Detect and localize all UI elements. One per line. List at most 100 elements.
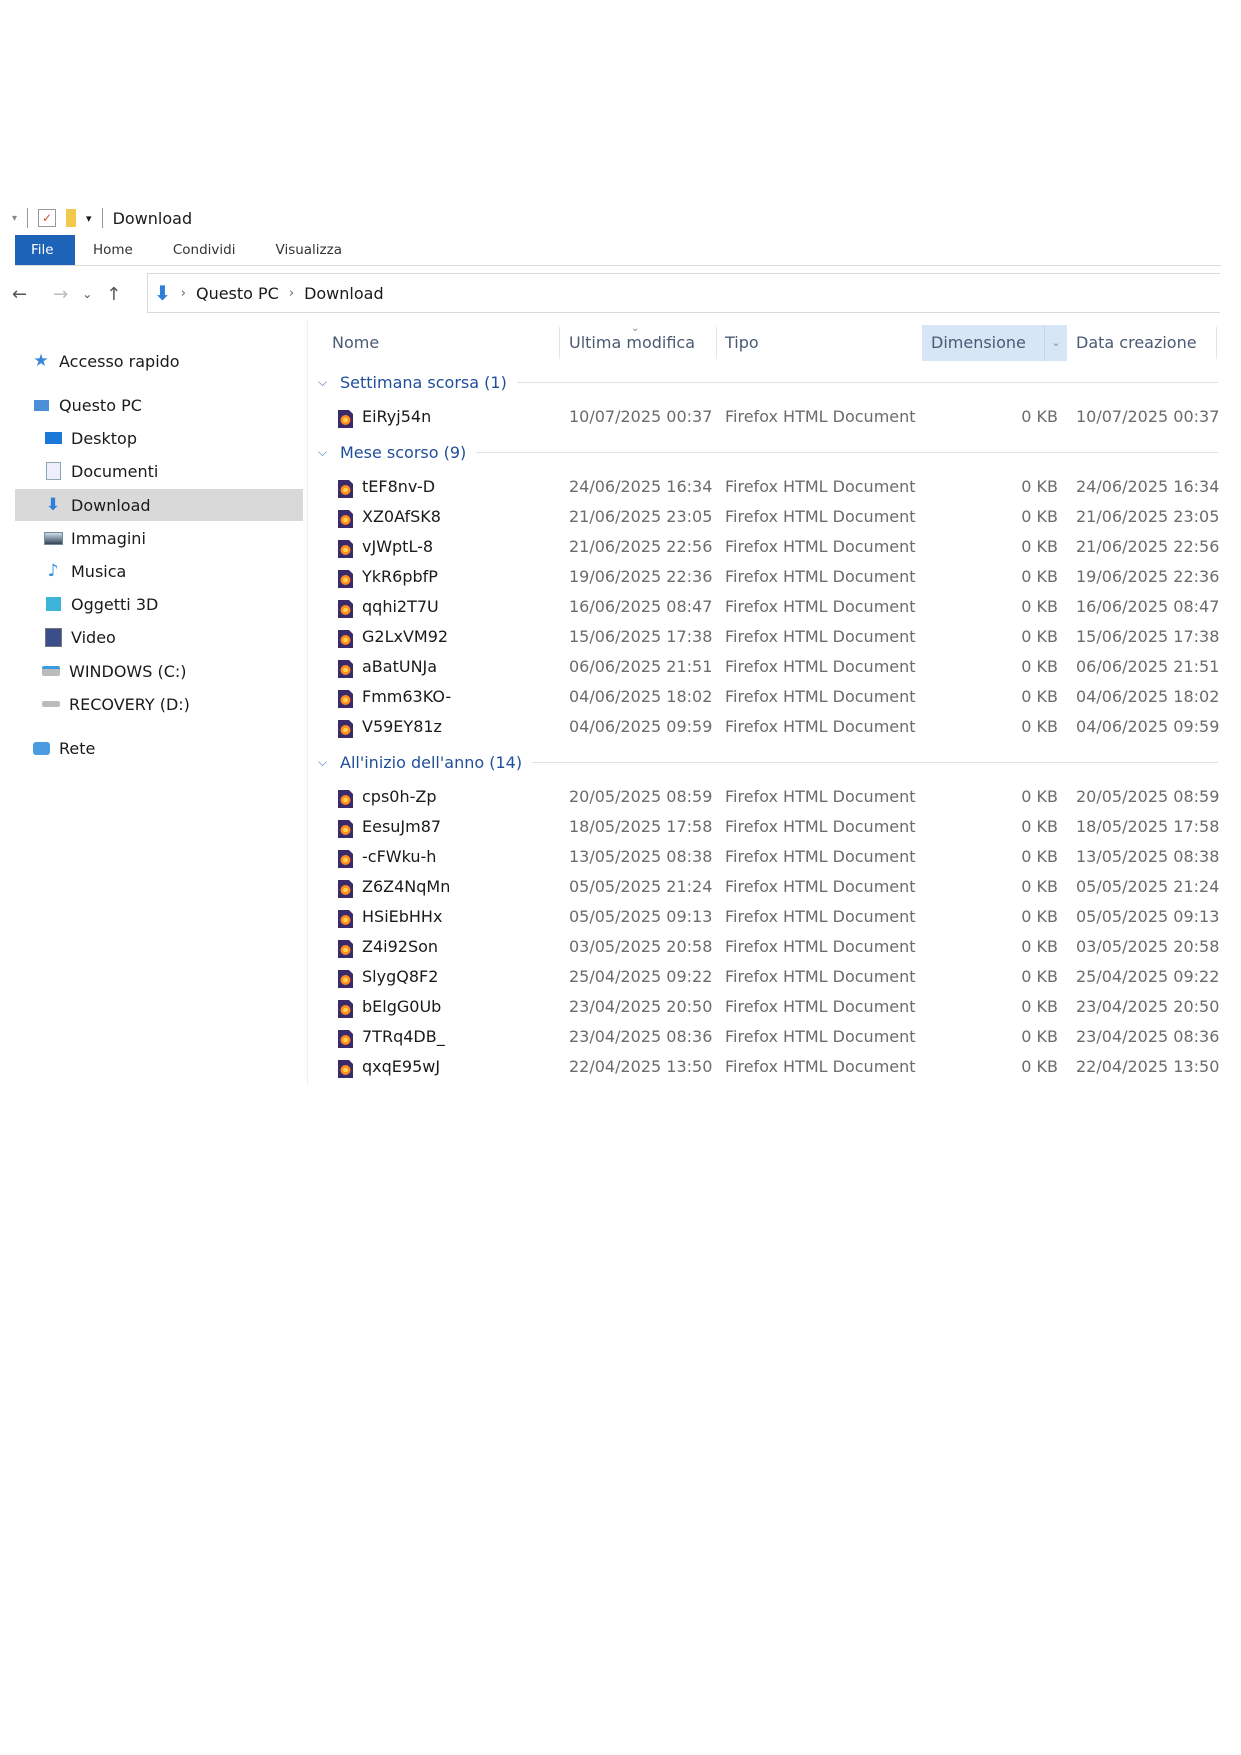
- column-header-tipo[interactable]: Tipo: [717, 325, 915, 361]
- sidebar-item-questo-pc[interactable]: Questo PC: [15, 389, 303, 421]
- file-row[interactable]: Z6Z4NqMn 05/05/2025 21:24 Firefox HTML Doc…: [308, 872, 1220, 902]
- sidebar-item-windows-c[interactable]: WINDOWS (C:): [15, 655, 303, 687]
- back-icon[interactable]: ←: [12, 284, 27, 305]
- firefox-html-file-icon: [338, 658, 353, 678]
- sidebar-item-label: Documenti: [71, 461, 159, 481]
- column-header-dimensione[interactable]: Dimensione ⌄: [922, 325, 1067, 361]
- firefox-html-file-icon: [338, 1028, 353, 1048]
- group-header[interactable]: ⌵ Mese scorso (9): [308, 432, 1220, 472]
- file-row[interactable]: Fmm63KO- 04/06/2025 18:02 Firefox HTML Doc…: [308, 682, 1220, 712]
- divider[interactable]: [559, 327, 560, 359]
- recent-locations-icon[interactable]: ⌄: [82, 287, 92, 301]
- tab-file[interactable]: File: [15, 235, 75, 265]
- sidebar-item-documenti[interactable]: Documenti: [15, 455, 303, 487]
- file-row[interactable]: HSiEbHHx 05/05/2025 09:13 Firefox HTML Doc…: [308, 902, 1220, 932]
- file-type: Firefox HTML Document: [725, 1027, 916, 1046]
- file-row[interactable]: tEF8nv-D 24/06/2025 16:34 Firefox HTML Doc…: [308, 472, 1220, 502]
- file-created: 16/06/2025 08:47: [1076, 597, 1220, 616]
- file-row[interactable]: SlygQ8F2 25/04/2025 09:22 Firefox HTML Doc…: [308, 962, 1220, 992]
- column-headers: Nome Ultima modifica ⌄ Tipo Dimensione ⌄ …: [308, 323, 1220, 361]
- file-modified: 23/04/2025 08:36: [569, 1027, 713, 1046]
- sidebar-item-video[interactable]: Video: [15, 621, 303, 653]
- file-row[interactable]: cps0h-Zp 20/05/2025 08:59 Firefox HTML Doc…: [308, 782, 1220, 812]
- sidebar-item-desktop[interactable]: Desktop: [15, 422, 303, 454]
- sidebar-item-recovery-d[interactable]: RECOVERY (D:): [15, 688, 303, 720]
- file-created: 06/06/2025 21:51: [1076, 657, 1220, 676]
- sidebar-item-musica[interactable]: ♪ Musica: [15, 555, 303, 587]
- file-modified: 19/06/2025 22:36: [569, 567, 713, 586]
- tab-condividi[interactable]: Condividi: [153, 235, 256, 265]
- star-icon: ★: [33, 351, 49, 371]
- file-created: 18/05/2025 17:58: [1076, 817, 1220, 836]
- sidebar-item-accesso-rapido[interactable]: ★ Accesso rapido: [15, 345, 303, 377]
- sidebar-item-download[interactable]: ⬇ Download: [15, 489, 303, 521]
- file-created: 13/05/2025 08:38: [1076, 847, 1220, 866]
- chevron-down-icon[interactable]: ⌵: [318, 445, 332, 460]
- file-modified: 25/04/2025 09:22: [569, 967, 713, 986]
- divider[interactable]: [1216, 327, 1217, 359]
- file-row[interactable]: EiRyj54n 10/07/2025 00:37 Firefox HTML Doc…: [308, 402, 1220, 432]
- sidebar-item-label: Accesso rapido: [59, 351, 180, 371]
- file-type: Firefox HTML Document: [725, 687, 916, 706]
- column-label: Dimensione: [931, 333, 1026, 352]
- system-menu-icon[interactable]: ▾: [12, 213, 17, 224]
- column-header-ultima-modifica[interactable]: Ultima modifica ⌄: [561, 323, 719, 361]
- file-modified: 15/06/2025 17:38: [569, 627, 713, 646]
- properties-checkbox-icon[interactable]: ✓: [38, 209, 57, 227]
- sidebar-item-label: Immagini: [71, 528, 146, 548]
- file-row[interactable]: aBatUNJa 06/06/2025 21:51 Firefox HTML Doc…: [308, 652, 1220, 682]
- column-header-data-creazione[interactable]: Data creazione: [1068, 325, 1216, 361]
- file-row[interactable]: XZ0AfSK8 21/06/2025 23:05 Firefox HTML Doc…: [308, 502, 1220, 532]
- file-type: Firefox HTML Document: [725, 717, 916, 736]
- new-folder-icon[interactable]: [66, 209, 77, 227]
- chevron-down-icon[interactable]: ⌵: [318, 755, 332, 770]
- file-row[interactable]: V59EY81z 04/06/2025 09:59 Firefox HTML Doc…: [308, 712, 1220, 742]
- file-row[interactable]: vJWptL-8 21/06/2025 22:56 Firefox HTML Doc…: [308, 532, 1220, 562]
- file-type: Firefox HTML Document: [725, 817, 916, 836]
- drive-c-icon: [41, 662, 61, 680]
- firefox-html-file-icon: [338, 568, 353, 588]
- column-header-nome[interactable]: Nome: [308, 325, 542, 361]
- sidebar-item-label: RECOVERY (D:): [69, 694, 190, 714]
- file-name: bElgG0Ub: [362, 997, 442, 1016]
- sidebar-item-rete[interactable]: Rete: [15, 732, 303, 764]
- ribbon-tabs: File Home Condividi Visualizza: [15, 235, 1221, 266]
- file-row[interactable]: bElgG0Ub 23/04/2025 20:50 Firefox HTML Doc…: [308, 992, 1220, 1022]
- file-row[interactable]: -cFWku-h 13/05/2025 08:38 Firefox HTML Doc…: [308, 842, 1220, 872]
- up-icon[interactable]: ↑: [106, 284, 121, 305]
- file-size: 0 KB: [1021, 477, 1058, 496]
- firefox-html-file-icon: [338, 478, 353, 498]
- file-created: 25/04/2025 09:22: [1076, 967, 1220, 986]
- file-row[interactable]: YkR6pbfP 19/06/2025 22:36 Firefox HTML Doc…: [308, 562, 1220, 592]
- file-row[interactable]: qxqE95wJ 22/04/2025 13:50 Firefox HTML Doc…: [308, 1052, 1220, 1082]
- group-header[interactable]: ⌵ Settimana scorsa (1): [308, 362, 1220, 402]
- address-bar[interactable]: ⬇ › Questo PC › Download: [147, 273, 1220, 313]
- file-size: 0 KB: [1021, 627, 1058, 646]
- chevron-right-icon[interactable]: ›: [181, 286, 186, 301]
- file-name: qxqE95wJ: [362, 1057, 441, 1076]
- file-row[interactable]: 7TRq4DB_ 23/04/2025 08:36 Firefox HTML Doc…: [308, 1022, 1220, 1052]
- chevron-right-icon[interactable]: ›: [289, 286, 294, 301]
- file-row[interactable]: EesuJm87 18/05/2025 17:58 Firefox HTML Doc…: [308, 812, 1220, 842]
- customize-toolbar-icon[interactable]: ▾: [86, 212, 92, 225]
- file-modified: 23/04/2025 20:50: [569, 997, 713, 1016]
- file-row[interactable]: qqhi2T7U 16/06/2025 08:47 Firefox HTML Doc…: [308, 592, 1220, 622]
- forward-icon[interactable]: →: [53, 284, 68, 305]
- file-type: Firefox HTML Document: [725, 567, 916, 586]
- column-filter-dropdown-icon[interactable]: ⌄: [1044, 325, 1067, 361]
- divider: [516, 381, 1218, 383]
- tab-visualizza[interactable]: Visualizza: [256, 235, 363, 265]
- file-row[interactable]: G2LxVM92 15/06/2025 17:38 Firefox HTML Doc…: [308, 622, 1220, 652]
- sidebar-item-immagini[interactable]: Immagini: [15, 522, 303, 554]
- chevron-down-icon[interactable]: ⌵: [318, 375, 332, 390]
- sidebar-item-oggetti-3d[interactable]: Oggetti 3D: [15, 588, 303, 620]
- file-size: 0 KB: [1021, 847, 1058, 866]
- firefox-html-file-icon: [338, 848, 353, 868]
- breadcrumb-download[interactable]: Download: [304, 284, 384, 303]
- file-row[interactable]: Z4i92Son 03/05/2025 20:58 Firefox HTML Doc…: [308, 932, 1220, 962]
- tab-home[interactable]: Home: [75, 235, 153, 265]
- file-size: 0 KB: [1021, 937, 1058, 956]
- breadcrumb-questo-pc[interactable]: Questo PC: [196, 284, 279, 303]
- file-created: 04/06/2025 09:59: [1076, 717, 1220, 736]
- group-header[interactable]: ⌵ All'inizio dell'anno (14): [308, 742, 1220, 782]
